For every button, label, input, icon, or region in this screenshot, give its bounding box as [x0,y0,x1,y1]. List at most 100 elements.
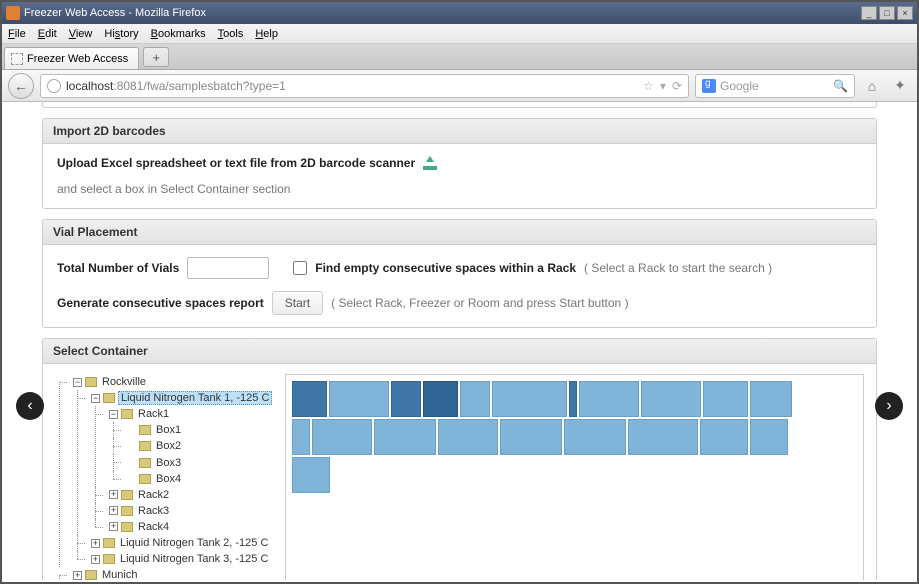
collapse-toggle[interactable]: − [91,394,100,403]
search-placeholder: Google [720,79,759,93]
tree-node-label[interactable]: Rack3 [136,505,171,517]
expand-toggle[interactable]: + [91,539,100,548]
expand-toggle[interactable]: + [109,490,118,499]
tree-node-label[interactable]: Box4 [154,473,183,485]
tab-favicon [11,53,23,65]
addon-button[interactable]: ✦ [889,75,911,97]
new-tab-button[interactable]: + [143,47,169,67]
search-bar[interactable]: Google 🔍 [695,74,855,98]
window-titlebar: Freezer Web Access - Mozilla Firefox _ □… [2,2,917,24]
menu-history[interactable]: History [104,28,138,40]
folder-icon [121,522,133,532]
tree-node-label[interactable]: Liquid Nitrogen Tank 1, -125 C [118,391,272,405]
upload-icon[interactable] [423,156,437,170]
grid-cell[interactable] [628,419,698,455]
grid-cell[interactable] [391,381,421,417]
total-vials-input[interactable] [187,257,269,279]
tree-node: −Rockville−Liquid Nitrogen Tank 1, -125 … [69,374,275,567]
grid-cell[interactable] [374,419,436,455]
url-bar[interactable]: localhost:8081/fwa/samplesbatch?type=1 ☆… [40,74,689,98]
minimize-button[interactable]: _ [861,6,877,20]
upload-label: Upload Excel spreadsheet or text file fr… [57,156,415,170]
collapse-toggle[interactable]: − [73,378,82,387]
grid-cell[interactable] [569,381,577,417]
grid-cell[interactable] [564,419,626,455]
grid-cell[interactable] [750,381,792,417]
collapse-toggle[interactable]: − [109,410,118,419]
expand-toggle[interactable]: + [109,522,118,531]
menu-bookmarks[interactable]: Bookmarks [151,28,206,40]
tree-node-label[interactable]: Rack4 [136,521,171,533]
folder-icon [139,474,151,484]
folder-icon [85,570,97,580]
menu-help[interactable]: Help [255,28,278,40]
start-button[interactable]: Start [272,291,323,315]
total-vials-label: Total Number of Vials [57,261,179,275]
tree-node: +Box1 [123,422,275,438]
tree-node-label[interactable]: Rack1 [136,408,171,420]
grid-cell[interactable] [500,419,562,455]
dropdown-icon[interactable]: ▾ [660,79,666,93]
maximize-button[interactable]: □ [879,6,895,20]
globe-icon [47,79,61,93]
menu-edit[interactable]: Edit [38,28,57,40]
grid-cell[interactable] [292,457,330,493]
container-tree: −Rockville−Liquid Nitrogen Tank 1, -125 … [55,374,275,580]
url-host: localhost [66,79,113,93]
find-empty-hint: ( Select a Rack to start the search ) [584,261,772,275]
tree-node: + Liquid Nitrogen Tank 3, -125 C [87,551,275,567]
import-hint: and select a box in Select Container sec… [57,182,290,196]
grid-cell[interactable] [492,381,567,417]
tab-title: Freezer Web Access [27,53,128,65]
grid-cell[interactable] [438,419,498,455]
carousel-next-button[interactable]: › [875,392,903,420]
tree-node-label[interactable]: Box1 [154,424,183,436]
tree-node-label[interactable]: Box2 [154,440,183,452]
grid-cell[interactable] [579,381,639,417]
expand-toggle[interactable]: + [73,571,82,580]
tree-node-label[interactable]: Liquid Nitrogen Tank 2, -125 C [118,537,270,549]
page-content: Import 2D barcodes Upload Excel spreadsh… [42,102,877,580]
grid-row [292,381,857,417]
browser-tab[interactable]: Freezer Web Access [4,47,139,69]
tree-node: + Liquid Nitrogen Tank 2, -125 C [87,535,275,551]
close-button[interactable]: × [897,6,913,20]
grid-cell[interactable] [292,381,327,417]
carousel-prev-button[interactable]: ‹ [16,392,44,420]
menu-tools[interactable]: Tools [218,28,244,40]
back-button[interactable]: ← [8,73,34,99]
grid-cell[interactable] [292,419,310,455]
tree-node-label[interactable]: Munich [100,569,139,580]
generate-hint: ( Select Rack, Freezer or Room and press… [331,296,628,310]
grid-cell[interactable] [750,419,788,455]
home-button[interactable]: ⌂ [861,75,883,97]
generate-report-label: Generate consecutive spaces report [57,296,264,310]
grid-cell[interactable] [423,381,458,417]
tree-node-label[interactable]: Rack2 [136,489,171,501]
tree-node: −Liquid Nitrogen Tank 1, -125 C−Rack1+Bo… [87,390,275,535]
tree-node: −Rack1+Box1+Box2+Box3+Box4 [105,406,275,486]
expand-toggle[interactable]: + [109,506,118,515]
vial-placement-panel: Vial Placement Total Number of Vials Fin… [42,219,877,328]
grid-cell[interactable] [329,381,389,417]
grid-cell[interactable] [703,381,748,417]
tree-node: +Box3 [123,454,275,470]
search-icon[interactable]: 🔍 [833,79,848,93]
tree-node-label[interactable]: Rockville [100,376,148,388]
bookmark-star-icon[interactable]: ☆ [643,79,654,93]
tree-node-label[interactable]: Liquid Nitrogen Tank 3, -125 C [118,553,270,565]
find-empty-checkbox[interactable] [293,261,307,275]
menu-view[interactable]: View [69,28,93,40]
grid-cell[interactable] [460,381,490,417]
clipped-panel-top [42,102,877,108]
page-viewport: ‹ › Import 2D barcodes Upload Excel spre… [4,102,915,580]
grid-cell[interactable] [641,381,701,417]
reload-icon[interactable]: ⟳ [672,79,682,93]
grid-cell[interactable] [312,419,372,455]
tree-node: +Box2 [123,438,275,454]
expand-toggle[interactable]: + [91,555,100,564]
grid-cell[interactable] [700,419,748,455]
folder-icon [103,538,115,548]
menu-file[interactable]: File [8,28,26,40]
tree-node-label[interactable]: Box3 [154,457,183,469]
